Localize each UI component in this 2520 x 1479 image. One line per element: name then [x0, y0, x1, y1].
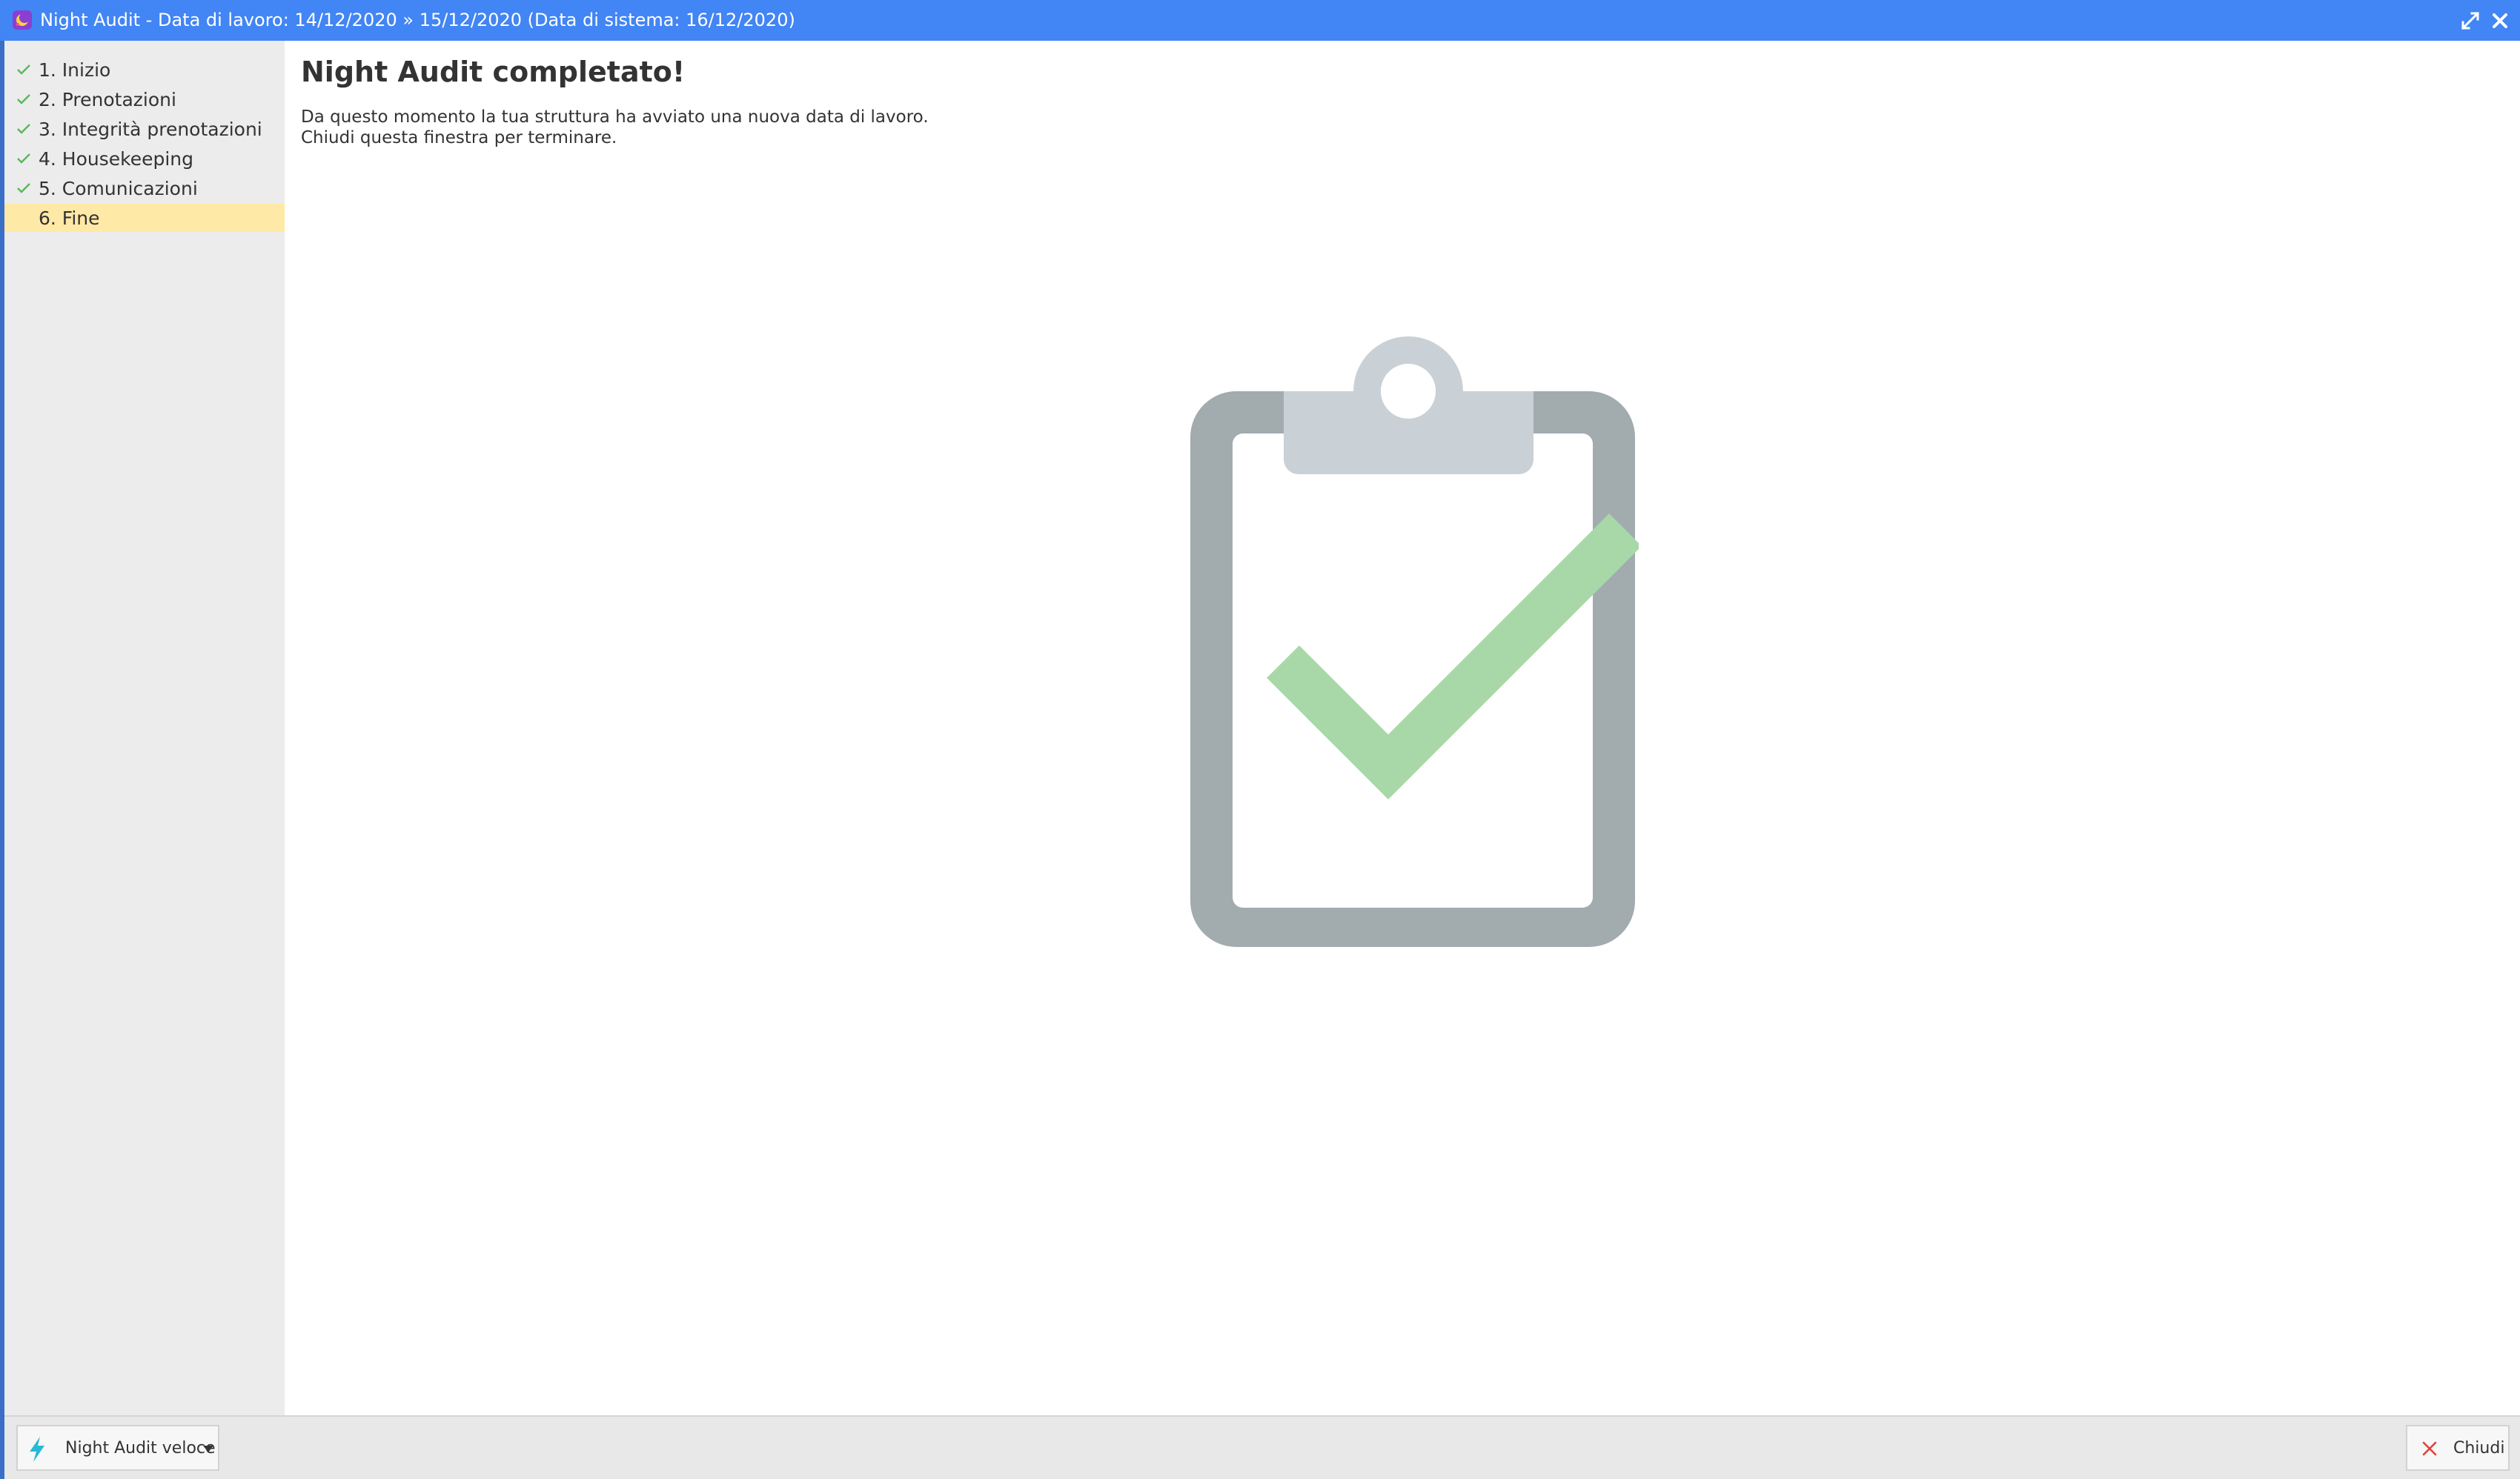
step-prenotazioni[interactable]: 2. Prenotazioni	[4, 85, 285, 113]
check-icon	[17, 183, 30, 193]
page-title: Night Audit completato!	[301, 56, 686, 88]
chiudi-button[interactable]: Chiudi	[2406, 1425, 2510, 1471]
close-icon	[2422, 1441, 2437, 1456]
chiudi-label: Chiudi	[2453, 1438, 2505, 1458]
step-housekeeping[interactable]: 4. Housekeeping	[4, 144, 285, 173]
night-audit-veloce-label: Night Audit veloce	[65, 1438, 216, 1458]
check-icon	[17, 64, 30, 75]
maximize-button[interactable]	[2459, 10, 2481, 32]
maximize-icon	[2461, 11, 2480, 30]
window-title: Night Audit - Data di lavoro: 14/12/2020…	[40, 10, 795, 30]
completion-message-line1: Da questo momento la tua struttura ha av…	[301, 107, 929, 127]
step-inizio[interactable]: 1. Inizio	[4, 56, 285, 84]
app-logo-icon	[13, 10, 32, 30]
night-audit-window: Night Audit - Data di lavoro: 14/12/2020…	[0, 0, 2520, 1479]
main-content: Night Audit completato! Da questo moment…	[285, 41, 2520, 1415]
step-fine[interactable]: 6. Fine	[4, 204, 285, 232]
step-comunicazioni[interactable]: 5. Comunicazioni	[4, 174, 285, 202]
chevron-down-icon	[203, 1446, 213, 1452]
check-icon	[17, 94, 30, 104]
step-label: 1. Inizio	[39, 59, 111, 81]
step-label: 3. Integrità prenotazioni	[39, 118, 262, 140]
completion-message-line2: Chiudi questa finestra per terminare.	[301, 128, 617, 147]
step-integrita-prenotazioni[interactable]: 3. Integrità prenotazioni	[4, 115, 285, 143]
night-audit-veloce-button[interactable]: Night Audit veloce	[16, 1425, 219, 1471]
lightning-bolt-icon	[30, 1437, 44, 1462]
close-window-button[interactable]	[2489, 10, 2511, 32]
close-icon	[2493, 13, 2507, 28]
footer-toolbar: Night Audit veloce Chiudi	[4, 1415, 2520, 1479]
check-icon	[17, 124, 30, 134]
step-label: 2. Prenotazioni	[39, 88, 176, 110]
title-bar[interactable]: Night Audit - Data di lavoro: 14/12/2020…	[0, 0, 2520, 41]
check-icon	[17, 153, 30, 164]
step-label: 5. Comunicazioni	[39, 177, 198, 199]
clipboard-check-icon	[1190, 336, 1639, 947]
step-label: 6. Fine	[39, 207, 100, 229]
steps-sidebar: 1. Inizio 2. Prenotazioni 3. Integrità p…	[4, 41, 285, 1415]
step-label: 4. Housekeeping	[39, 147, 194, 170]
